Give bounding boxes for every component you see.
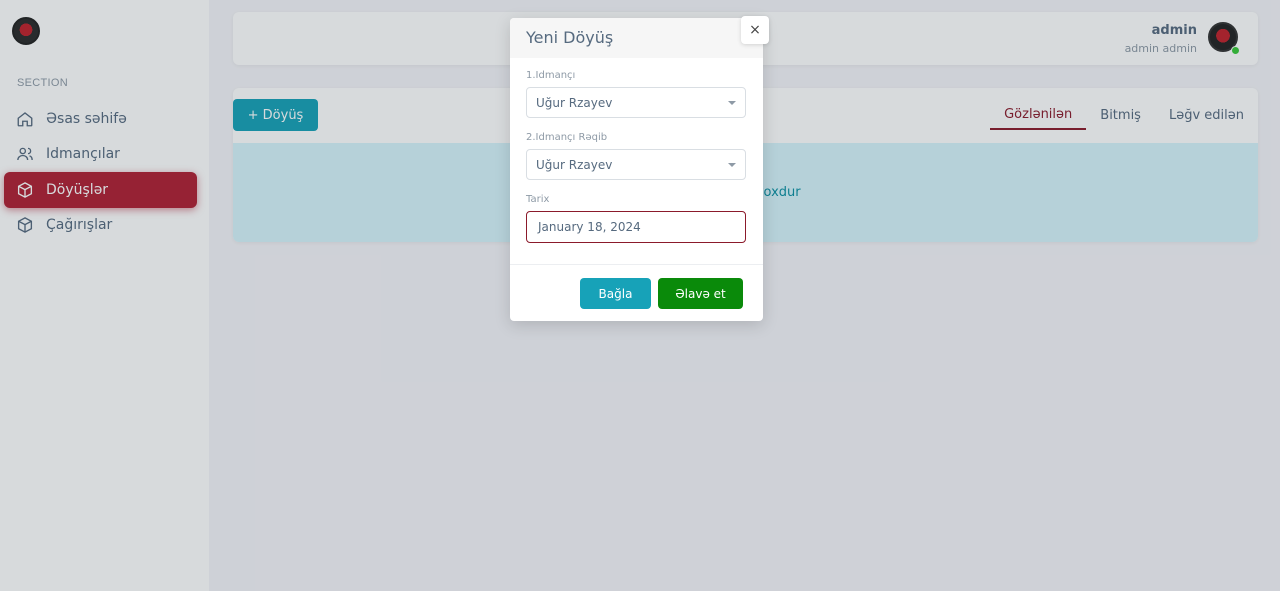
close-icon[interactable]: × xyxy=(741,16,769,44)
modal-divider xyxy=(510,264,763,265)
chevron-down-icon xyxy=(728,101,736,105)
date-label: Tarix xyxy=(526,194,550,205)
fighter1-label: 1.Idmançı xyxy=(526,70,576,81)
add-button[interactable]: Əlavə et xyxy=(658,278,743,309)
modal-title: Yeni Döyüş xyxy=(526,28,614,47)
fighter2-value: Uğur Rzayev xyxy=(536,157,613,172)
fighter1-select[interactable]: Uğur Rzayev xyxy=(526,87,746,118)
fighter2-select[interactable]: Uğur Rzayev xyxy=(526,149,746,180)
new-fight-modal: Yeni Döyüş 1.Idmançı Uğur Rzayev 2.Idman… xyxy=(510,18,763,321)
modal-header: Yeni Döyüş xyxy=(510,18,763,58)
date-input[interactable]: January 18, 2024 xyxy=(526,211,746,243)
fighter1-value: Uğur Rzayev xyxy=(536,95,613,110)
fighter2-label: 2.Idmançı Rəqib xyxy=(526,132,608,143)
date-value: January 18, 2024 xyxy=(538,220,641,234)
chevron-down-icon xyxy=(728,163,736,167)
close-modal-button[interactable]: Bağla xyxy=(580,278,651,309)
